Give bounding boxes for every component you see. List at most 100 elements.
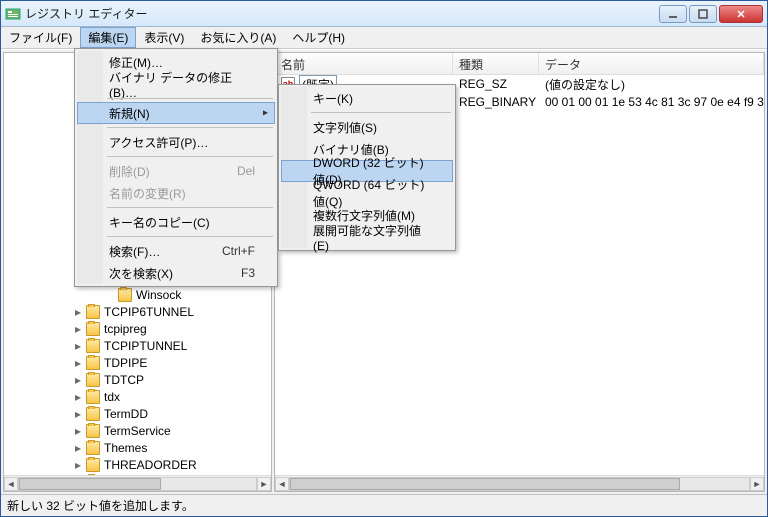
folder-icon [86, 339, 100, 353]
scroll-right-button[interactable]: ► [257, 477, 271, 491]
menuitem-new-label: 新規(N) [109, 105, 150, 122]
expand-icon[interactable]: ▸ [72, 340, 84, 352]
folder-icon [86, 322, 100, 336]
cell-type: REG_BINARY [453, 95, 539, 109]
shortcut: Ctrl+F [192, 244, 255, 258]
menuitem-delete-label: 削除(D) [109, 163, 150, 180]
tree-node-label: THREADORDER [103, 458, 198, 472]
close-button[interactable] [719, 5, 763, 23]
expand-icon[interactable]: ▸ [72, 408, 84, 420]
expand-icon[interactable]: ▸ [72, 374, 84, 386]
menuitem-find-next-label: 次を検索(X) [109, 265, 173, 282]
tree-node-label: tcpipreg [103, 322, 148, 336]
tree-node[interactable]: ▸ TDPIPE [4, 354, 271, 371]
menu-help[interactable]: ヘルプ(H) [284, 27, 353, 48]
list-hscrollbar[interactable]: ◄ ► [275, 475, 764, 491]
scroll-left-button[interactable]: ◄ [275, 477, 289, 491]
scroll-track[interactable] [18, 477, 257, 491]
tree-node-label: TDPIPE [103, 356, 148, 370]
scroll-right-button[interactable]: ► [750, 477, 764, 491]
app-icon [5, 6, 21, 22]
statusbar: 新しい 32 ビット値を追加します。 [1, 494, 767, 516]
folder-icon [86, 356, 100, 370]
menu-edit[interactable]: 編集(E) [80, 27, 136, 48]
scroll-thumb[interactable] [19, 478, 161, 490]
col-type[interactable]: 種類 [453, 53, 539, 74]
folder-icon [86, 424, 100, 438]
submenu-arrow-icon: ▸ [263, 108, 268, 119]
menu-file[interactable]: ファイル(F) [1, 27, 80, 48]
cell-data: 00 01 00 01 1e 53 4c 81 3c 97 0e e4 f9 3… [539, 95, 764, 109]
tree-node-label: tdx [103, 390, 121, 404]
status-text: 新しい 32 ビット値を追加します。 [7, 497, 194, 514]
menuitem-new-qword[interactable]: QWORD (64 ビット) 値(Q) [281, 182, 453, 204]
menu-view[interactable]: 表示(V) [136, 27, 192, 48]
expand-icon[interactable]: ▸ [72, 323, 84, 335]
tree-node[interactable]: ▸ tcpipreg [4, 320, 271, 337]
col-data[interactable]: データ [539, 53, 764, 74]
menuitem-copy-key-name[interactable]: キー名のコピー(C) [77, 211, 275, 233]
folder-icon [86, 373, 100, 387]
menubar: ファイル(F) 編集(E) 表示(V) お気に入り(A) ヘルプ(H) [1, 27, 767, 49]
menuitem-new[interactable]: 新規(N) ▸ [77, 102, 275, 124]
list-header: 名前 種類 データ [275, 53, 764, 75]
menuitem-rename[interactable]: 名前の変更(R) [77, 182, 275, 204]
folder-icon [86, 492, 100, 493]
folder-icon [86, 441, 100, 455]
menu-favorites[interactable]: お気に入り(A) [192, 27, 284, 48]
tree-node[interactable]: ▸ THREADORDER [4, 456, 271, 473]
scroll-thumb[interactable] [290, 478, 680, 490]
menuitem-modify-binary[interactable]: バイナリ データの修正(B)… [77, 73, 275, 95]
cell-data: (値の設定なし) [539, 76, 764, 93]
expand-icon[interactable]: ▸ [72, 391, 84, 403]
expand-icon[interactable]: ▸ [72, 357, 84, 369]
tree-node-label: TermDD [103, 407, 149, 421]
tree-node[interactable]: ▸ TermService [4, 422, 271, 439]
menuitem-find[interactable]: 検索(F)… Ctrl+F [77, 240, 275, 262]
expand-icon[interactable]: ▸ [72, 306, 84, 318]
tree-node-label: TermService [103, 424, 172, 438]
menuitem-new-string[interactable]: 文字列値(S) [281, 116, 453, 138]
titlebar[interactable]: レジストリ エディター [1, 1, 767, 27]
new-submenu-popup: キー(K) 文字列値(S) バイナリ値(B) DWORD (32 ビット) 値(… [278, 84, 456, 251]
folder-icon [118, 288, 132, 302]
tree-node-label: TCPIP6TUNNEL [103, 305, 195, 319]
cell-type: REG_SZ [453, 77, 539, 91]
tree-node[interactable]: Winsock [4, 286, 271, 303]
tree-node[interactable]: ▸ TCPIPTUNNEL [4, 337, 271, 354]
window-controls [659, 5, 763, 23]
tree-node-label: TDTCP [103, 373, 145, 387]
tree-node[interactable]: ▸ TermDD [4, 405, 271, 422]
folder-icon [86, 458, 100, 472]
menuitem-delete[interactable]: 削除(D) Del [77, 160, 275, 182]
shortcut: F3 [211, 266, 255, 280]
menuitem-find-label: 検索(F)… [109, 243, 160, 260]
expand-icon[interactable]: ▸ [72, 425, 84, 437]
menuitem-new-expandstring[interactable]: 展開可能な文字列値(E) [281, 226, 453, 248]
folder-icon [86, 305, 100, 319]
expand-icon[interactable]: ▸ [72, 459, 84, 471]
menuitem-permissions[interactable]: アクセス許可(P)… [77, 131, 275, 153]
expand-icon[interactable]: ▸ [72, 442, 84, 454]
maximize-button[interactable] [689, 5, 717, 23]
tree-hscrollbar[interactable]: ◄ ► [4, 475, 271, 491]
tree-node[interactable]: ▸ TCPIP6TUNNEL [4, 303, 271, 320]
folder-icon [86, 390, 100, 404]
menuitem-new-key[interactable]: キー(K) [281, 87, 453, 109]
tree-node-label: Winsock [135, 288, 182, 302]
scroll-left-button[interactable]: ◄ [4, 477, 18, 491]
edit-menu-popup: 修正(M)… バイナリ データの修正(B)… 新規(N) ▸ アクセス許可(P)… [74, 48, 278, 287]
scroll-track[interactable] [289, 477, 750, 491]
shortcut: Del [207, 164, 255, 178]
window-title: レジストリ エディター [25, 5, 659, 22]
minimize-button[interactable] [659, 5, 687, 23]
tree-node[interactable]: ▸ Themes [4, 439, 271, 456]
folder-icon [86, 407, 100, 421]
tree-node[interactable]: ▸ TDTCP [4, 371, 271, 388]
col-name[interactable]: 名前 [275, 53, 453, 74]
tree-node-label: Themes [103, 441, 148, 455]
tree-node-label: TCPIPTUNNEL [103, 339, 188, 353]
menuitem-find-next[interactable]: 次を検索(X) F3 [77, 262, 275, 284]
tree-node-label: TPHDEXLGSVC [103, 492, 194, 493]
tree-node[interactable]: ▸ tdx [4, 388, 271, 405]
